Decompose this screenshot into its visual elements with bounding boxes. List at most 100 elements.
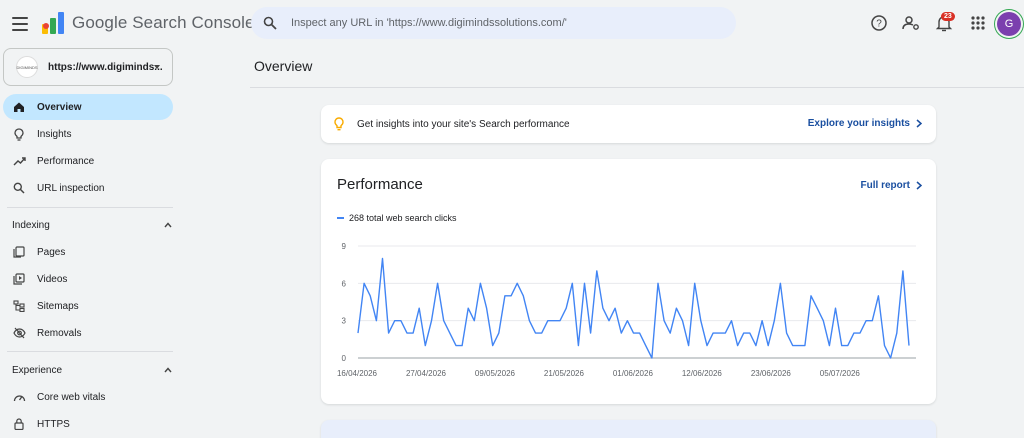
sidebar-item-label: Videos (37, 273, 68, 285)
y-tick-label: 9 (342, 242, 347, 251)
chart-data-point (718, 332, 720, 334)
sidebar-item-removals[interactable]: Removals (3, 320, 173, 346)
explore-insights-link[interactable]: Explore your insights (808, 118, 922, 129)
svg-text:?: ? (876, 19, 882, 30)
sidebar-item-label: Performance (37, 155, 95, 167)
apps-grid-icon[interactable] (969, 14, 987, 32)
header-divider (250, 87, 1024, 88)
sidebar-section-experience[interactable]: Experience (12, 361, 172, 379)
chart-data-point (455, 344, 457, 346)
chart-data-point (896, 332, 898, 334)
search-console-logo-icon (42, 12, 64, 34)
chart-data-point (467, 307, 469, 309)
chart-data-point (608, 319, 610, 321)
chart-data-point (540, 332, 542, 334)
chart-data-point (865, 319, 867, 321)
chart-data-point (773, 319, 775, 321)
clicks-series-line[interactable] (357, 257, 910, 359)
chart-data-point (669, 332, 671, 334)
sidebar-item-performance[interactable]: Performance (3, 148, 173, 174)
insights-text: Get insights into your site's Search per… (357, 118, 570, 130)
property-logo: DIGIMINDS (16, 56, 38, 78)
chart-data-point (436, 282, 438, 284)
manage-users-icon[interactable] (902, 14, 920, 32)
chart-data-point (694, 282, 696, 284)
lightbulb-icon (12, 127, 26, 141)
chart-data-point (712, 332, 714, 334)
chart-data-point (785, 332, 787, 334)
sidebar-item-label: Pages (37, 246, 66, 258)
search-icon (12, 181, 26, 195)
property-logo-text: DIGIMINDS (16, 64, 38, 70)
chart-data-point (828, 344, 830, 346)
sidebar-item-insights[interactable]: Insights (3, 121, 173, 147)
sidebar-item-label: URL inspection (37, 182, 105, 194)
explore-insights-label: Explore your insights (807, 118, 910, 129)
chart-data-point (589, 332, 591, 334)
chart-data-point (479, 282, 481, 284)
sidebar-item-videos[interactable]: Videos (3, 266, 173, 292)
chart-data-point (761, 319, 763, 321)
app-logo[interactable]: Google Search Console (42, 12, 255, 34)
chevron-up-icon (164, 222, 172, 228)
chart-data-point (369, 295, 371, 297)
sidebar-item-label: Overview (37, 101, 82, 113)
sidebar-item-pages[interactable]: Pages (3, 239, 173, 265)
property-name: https://www.digiminds... (48, 61, 163, 73)
y-tick-label: 3 (342, 317, 347, 326)
chart-data-point (565, 307, 567, 309)
y-tick-label: 0 (342, 354, 347, 363)
sidebar-item-overview[interactable]: Overview (3, 94, 173, 120)
chart-data-point (779, 282, 781, 284)
sidebar-item-sitemaps[interactable]: Sitemaps (3, 293, 173, 319)
trending-up-icon (12, 154, 26, 168)
user-avatar[interactable]: G (997, 12, 1021, 36)
chart-data-point (681, 319, 683, 321)
url-inspection-search[interactable] (251, 7, 736, 39)
top-bar: Google Search Console ? 23 G (0, 0, 1024, 48)
chart-data-point (394, 319, 396, 321)
chart-data-point (730, 319, 732, 321)
chart-data-point (798, 344, 800, 346)
sidebar-item-url-inspection[interactable]: URL inspection (3, 175, 173, 201)
x-tick-label: 09/05/2026 (475, 369, 516, 378)
chart-data-point (816, 307, 818, 309)
sidebar-divider (7, 351, 173, 352)
chart-data-point (840, 344, 842, 346)
x-tick-label: 27/04/2026 (406, 369, 447, 378)
sidebar-item-label: Removals (37, 327, 82, 339)
next-card (321, 420, 936, 438)
chart-data-point (810, 295, 812, 297)
visibility-off-icon (12, 326, 26, 340)
chart-data-point (522, 295, 524, 297)
chart-data-point (596, 270, 598, 272)
sidebar-item-https[interactable]: HTTPS (3, 411, 173, 437)
chart-data-point (498, 332, 500, 334)
sidebar-item-core-web-vitals[interactable]: Core web vitals (3, 384, 173, 410)
lightbulb-icon (334, 117, 344, 131)
chart-data-point (749, 332, 751, 334)
chart-data-point (418, 307, 420, 309)
section-label: Experience (12, 364, 63, 376)
chart-data-point (877, 295, 879, 297)
property-selector[interactable]: DIGIMINDS https://www.digiminds... (3, 48, 173, 86)
sidebar-divider (7, 207, 173, 208)
x-tick-label: 05/07/2026 (820, 369, 861, 378)
sidebar-section-indexing[interactable]: Indexing (12, 216, 172, 234)
chart-data-point (485, 307, 487, 309)
clicks-line-chart: 0 3 6 9 16/04/2026 27/04/2026 09/05/2026 21/05/… (337, 242, 916, 378)
menu-icon[interactable] (10, 14, 30, 34)
chart-data-point (706, 344, 708, 346)
notification-count-badge: 23 (941, 12, 955, 21)
chevron-up-icon (164, 367, 172, 373)
app-title: Google Search Console (72, 13, 255, 32)
chart-data-point (571, 282, 573, 284)
chart-data-point (908, 344, 910, 346)
chart-data-point (657, 282, 659, 284)
chart-data-point (375, 319, 377, 321)
search-input[interactable] (291, 17, 711, 29)
search-icon (263, 16, 277, 30)
video-icon (12, 272, 26, 286)
help-icon[interactable]: ? (870, 14, 888, 32)
chart-data-point (583, 282, 585, 284)
